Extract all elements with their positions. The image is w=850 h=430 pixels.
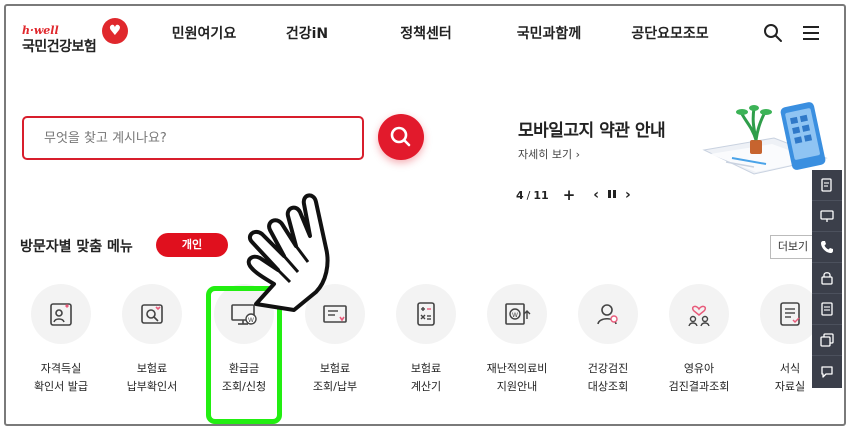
site-logo[interactable]: h·well 국민건강보험 ♥ <box>20 16 130 64</box>
nav-item-health[interactable]: 건강iN <box>252 6 362 62</box>
document-icon <box>821 302 833 316</box>
monitor-icon <box>820 210 834 222</box>
quick-btn-call[interactable] <box>812 232 842 263</box>
won-support-icon: W <box>505 303 531 325</box>
hand-cursor-icon <box>246 193 330 312</box>
menu-label: 보험료 납부확인서 <box>126 362 178 393</box>
search-button[interactable] <box>378 114 424 160</box>
document-search-icon <box>141 304 163 324</box>
more-button[interactable]: 더보기 <box>770 235 816 259</box>
nav-item-policy[interactable]: 정책센터 <box>362 6 490 62</box>
banner-link-label: 자세히 보기 <box>518 148 573 161</box>
menu-label: 건강검진 대상조회 <box>587 362 629 393</box>
banner-title: 모바일고지 약관 안내 <box>518 121 666 141</box>
nav-item-civil[interactable]: 민원여기요 <box>156 6 252 62</box>
prev-icon[interactable]: ‹ <box>593 187 599 203</box>
child-heart-icon <box>688 305 710 327</box>
hamburger-menu-icon[interactable] <box>800 22 822 44</box>
menu-item-calculator[interactable]: 보험료 계산기 <box>381 284 471 396</box>
menu-item-disaster-medical[interactable]: W 재난적의료비 지원안내 <box>472 284 562 396</box>
logo-name: 국민건강보험 <box>22 39 97 55</box>
next-icon[interactable]: › <box>625 187 631 203</box>
chat-icon <box>821 365 833 378</box>
quick-btn-monitor[interactable] <box>812 201 842 232</box>
search-input[interactable] <box>24 118 362 158</box>
lock-icon <box>821 272 833 285</box>
banner-pager: 4 / 11 + ‹ › <box>516 186 631 204</box>
menu-icon-circle <box>396 284 456 344</box>
copy-icon <box>820 333 834 347</box>
menu-icon-circle <box>31 284 91 344</box>
plus-icon[interactable]: + <box>563 186 576 204</box>
form-document-icon <box>780 302 800 326</box>
nav-item-together[interactable]: 국민과함께 <box>490 6 608 62</box>
menu-item-qualification[interactable]: 자격득실 확인서 발급 <box>16 284 106 396</box>
quick-btn-copy[interactable] <box>812 325 842 356</box>
person-search-icon <box>597 304 618 325</box>
tab-personal[interactable]: 개인 <box>156 233 228 257</box>
menu-icon-circle <box>578 284 638 344</box>
quick-btn-lock[interactable] <box>812 263 842 294</box>
quick-btn-chat[interactable] <box>812 356 842 387</box>
page-separator: / <box>526 188 531 202</box>
phone-doc-icon <box>821 178 832 192</box>
menu-icon-circle <box>669 284 729 344</box>
menu-item-infant-checkup[interactable]: 영유아 검진결과조회 <box>654 284 744 396</box>
svg-text:W: W <box>512 312 518 319</box>
page-total: 11 <box>533 188 549 202</box>
menu-item-payment-confirm[interactable]: 보험료 납부확인서 <box>107 284 197 396</box>
menu-label: 보험료 조회/납부 <box>312 362 358 393</box>
menu-icon-circle <box>122 284 182 344</box>
quick-btn-document[interactable] <box>812 294 842 325</box>
page-current: 4 <box>516 188 524 202</box>
menu-icon-circle <box>760 284 820 344</box>
menu-item-health-checkup[interactable]: 건강검진 대상조회 <box>563 284 653 396</box>
menu-label: 자격득실 확인서 발급 <box>33 362 89 393</box>
nav-item-about[interactable]: 공단요모조모 <box>608 6 732 62</box>
search-icon <box>390 126 411 147</box>
main-nav: 민원여기요 건강iN 정책센터 국민과함께 공단요모조모 <box>156 6 732 62</box>
menu-label: 보험료 계산기 <box>410 362 442 393</box>
search-icon[interactable] <box>762 22 784 44</box>
quick-btn-phone-doc[interactable] <box>812 170 842 201</box>
heart-icon: ♥ <box>102 18 128 44</box>
menu-icon-circle: W <box>487 284 547 344</box>
page-frame: h·well 국민건강보험 ♥ 민원여기요 건강iN 정책센터 국민과함께 공단… <box>4 4 846 426</box>
menu-label: 영유아 검진결과조회 <box>668 362 730 393</box>
menu-label: 재난적의료비 지원안내 <box>486 362 548 393</box>
calculator-icon <box>417 302 435 326</box>
quick-menu-bar <box>812 170 842 388</box>
call-icon <box>821 241 833 253</box>
custom-menu-title: 방문자별 맞춤 메뉴 <box>20 239 133 255</box>
banner-more-link[interactable]: 자세히 보기 › <box>518 146 580 162</box>
pause-icon[interactable] <box>607 189 617 202</box>
search-field[interactable] <box>22 116 364 160</box>
chevron-right-icon: › <box>575 148 581 161</box>
person-certificate-icon <box>50 303 72 326</box>
